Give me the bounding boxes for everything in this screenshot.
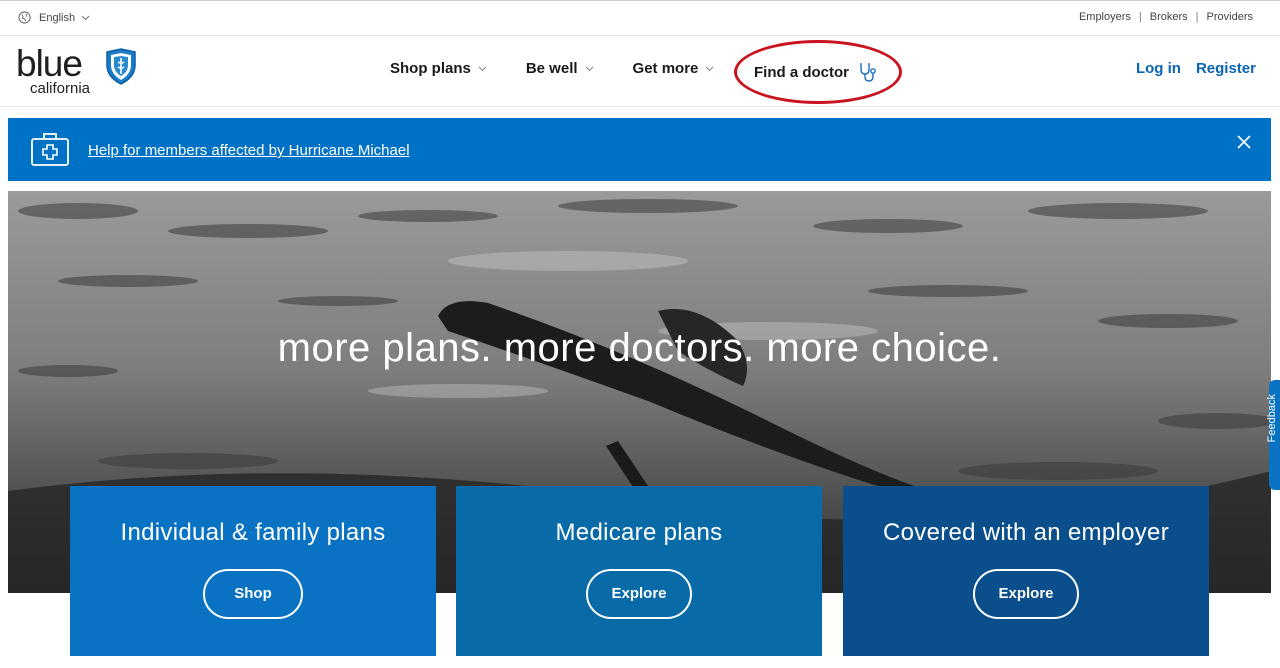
nav-label: Get more bbox=[632, 60, 699, 77]
nav-be-well[interactable]: Be well bbox=[526, 60, 594, 77]
close-icon[interactable] bbox=[1237, 135, 1251, 149]
card-individual-family: Individual & family plans Shop bbox=[70, 486, 436, 656]
chevron-down-icon bbox=[478, 66, 487, 71]
card-medicare: Medicare plans Explore bbox=[456, 486, 822, 656]
first-aid-kit-icon bbox=[31, 133, 69, 166]
card-title: Covered with an employer bbox=[882, 519, 1169, 546]
logo[interactable]: blue california bbox=[16, 43, 140, 99]
primary-nav: Shop plans Be well Get more bbox=[390, 60, 753, 77]
chevron-down-icon bbox=[585, 66, 593, 71]
divider: | bbox=[1138, 11, 1142, 23]
explore-medicare-button[interactable]: Explore bbox=[586, 569, 692, 619]
auth-links: Log in Register bbox=[1121, 60, 1256, 77]
find-doctor-label: Find a doctor bbox=[754, 63, 849, 81]
shop-button[interactable]: Shop bbox=[203, 569, 303, 619]
nav-label: Shop plans bbox=[390, 60, 471, 77]
brokers-link[interactable]: Brokers bbox=[1150, 11, 1188, 23]
card-title: Individual & family plans bbox=[120, 519, 386, 546]
employers-link[interactable]: Employers bbox=[1079, 11, 1131, 23]
language-selector[interactable]: English bbox=[18, 11, 98, 24]
nav-label: Be well bbox=[525, 60, 578, 77]
utility-links: Employers | Brokers | Providers bbox=[1079, 11, 1253, 23]
alert-banner: Help for members affected by Hurricane M… bbox=[8, 118, 1271, 181]
explore-employer-button[interactable]: Explore bbox=[973, 569, 1079, 619]
providers-link[interactable]: Providers bbox=[1207, 11, 1253, 23]
hero-tagline: more plans. more doctors. more choice. bbox=[277, 326, 1002, 370]
login-link[interactable]: Log in bbox=[1136, 60, 1181, 77]
stethoscope-icon bbox=[860, 63, 876, 82]
chevron-down-icon bbox=[81, 15, 90, 20]
utility-bar: English Employers | Brokers | Providers bbox=[0, 0, 1280, 36]
feedback-tab[interactable]: Feedback bbox=[1266, 380, 1280, 490]
globe-icon bbox=[18, 11, 31, 24]
language-label: English bbox=[39, 11, 76, 24]
divider: | bbox=[1195, 11, 1199, 23]
alert-message-link[interactable]: Help for members affected by Hurricane M… bbox=[88, 142, 410, 159]
card-employer: Covered with an employer Explore bbox=[843, 486, 1209, 656]
nav-get-more[interactable]: Get more bbox=[633, 60, 715, 77]
chevron-down-icon bbox=[706, 66, 714, 71]
find-a-doctor-link[interactable]: Find a doctor bbox=[754, 61, 878, 83]
feedback-label: Feedback bbox=[1266, 394, 1278, 443]
card-title: Medicare plans bbox=[555, 519, 723, 546]
main-navigation: blue california Shop plans Be well Get m… bbox=[0, 37, 1280, 107]
nav-shop-plans[interactable]: Shop plans bbox=[390, 60, 487, 77]
logo-subtitle: california bbox=[30, 80, 91, 97]
logo-word: blue bbox=[16, 43, 83, 84]
register-link[interactable]: Register bbox=[1196, 60, 1256, 77]
shield-logo-icon bbox=[106, 48, 136, 85]
